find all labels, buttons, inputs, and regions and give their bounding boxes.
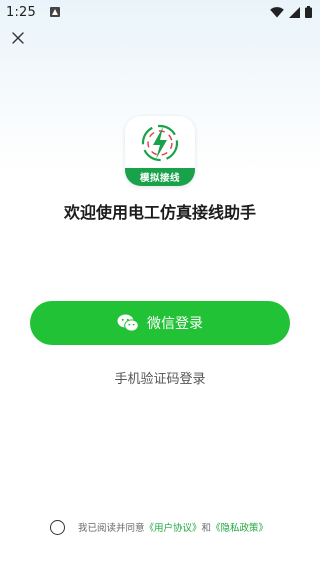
logo-text: 模拟接线: [125, 168, 195, 186]
agreement-checkbox[interactable]: [50, 519, 65, 535]
login-screen: 1:25 模拟接线 欢迎使用电工仿真接线助手 微信登录 手机验证码登录 我已阅读…: [0, 0, 320, 573]
notification-icon: [50, 7, 60, 17]
status-bar: 1:25: [0, 0, 320, 24]
signal-icon: [289, 6, 300, 18]
wifi-icon: [270, 6, 284, 17]
status-time: 1:25: [6, 4, 36, 20]
agreement-prefix: 我已阅读并同意: [78, 523, 145, 534]
agreement-row: 我已阅读并同意 《用户协议》 和 《隐私政策》: [50, 518, 268, 536]
app-logo: 模拟接线: [125, 116, 195, 186]
lightning-logo-icon: [141, 124, 179, 162]
sms-login-link[interactable]: 手机验证码登录: [0, 368, 320, 387]
status-icons: [270, 6, 312, 18]
battery-icon: [305, 6, 312, 18]
agreement-conjunction: 和: [201, 523, 212, 534]
wechat-login-button[interactable]: 微信登录: [30, 301, 290, 345]
wechat-icon: [117, 314, 139, 332]
app-title: 欢迎使用电工仿真接线助手: [63, 203, 256, 222]
privacy-policy-link[interactable]: 《隐私政策》: [211, 520, 268, 534]
user-agreement-link[interactable]: 《用户协议》: [145, 520, 202, 534]
close-icon: [12, 32, 24, 44]
wechat-login-label: 微信登录: [147, 316, 203, 332]
close-button[interactable]: [8, 28, 28, 48]
